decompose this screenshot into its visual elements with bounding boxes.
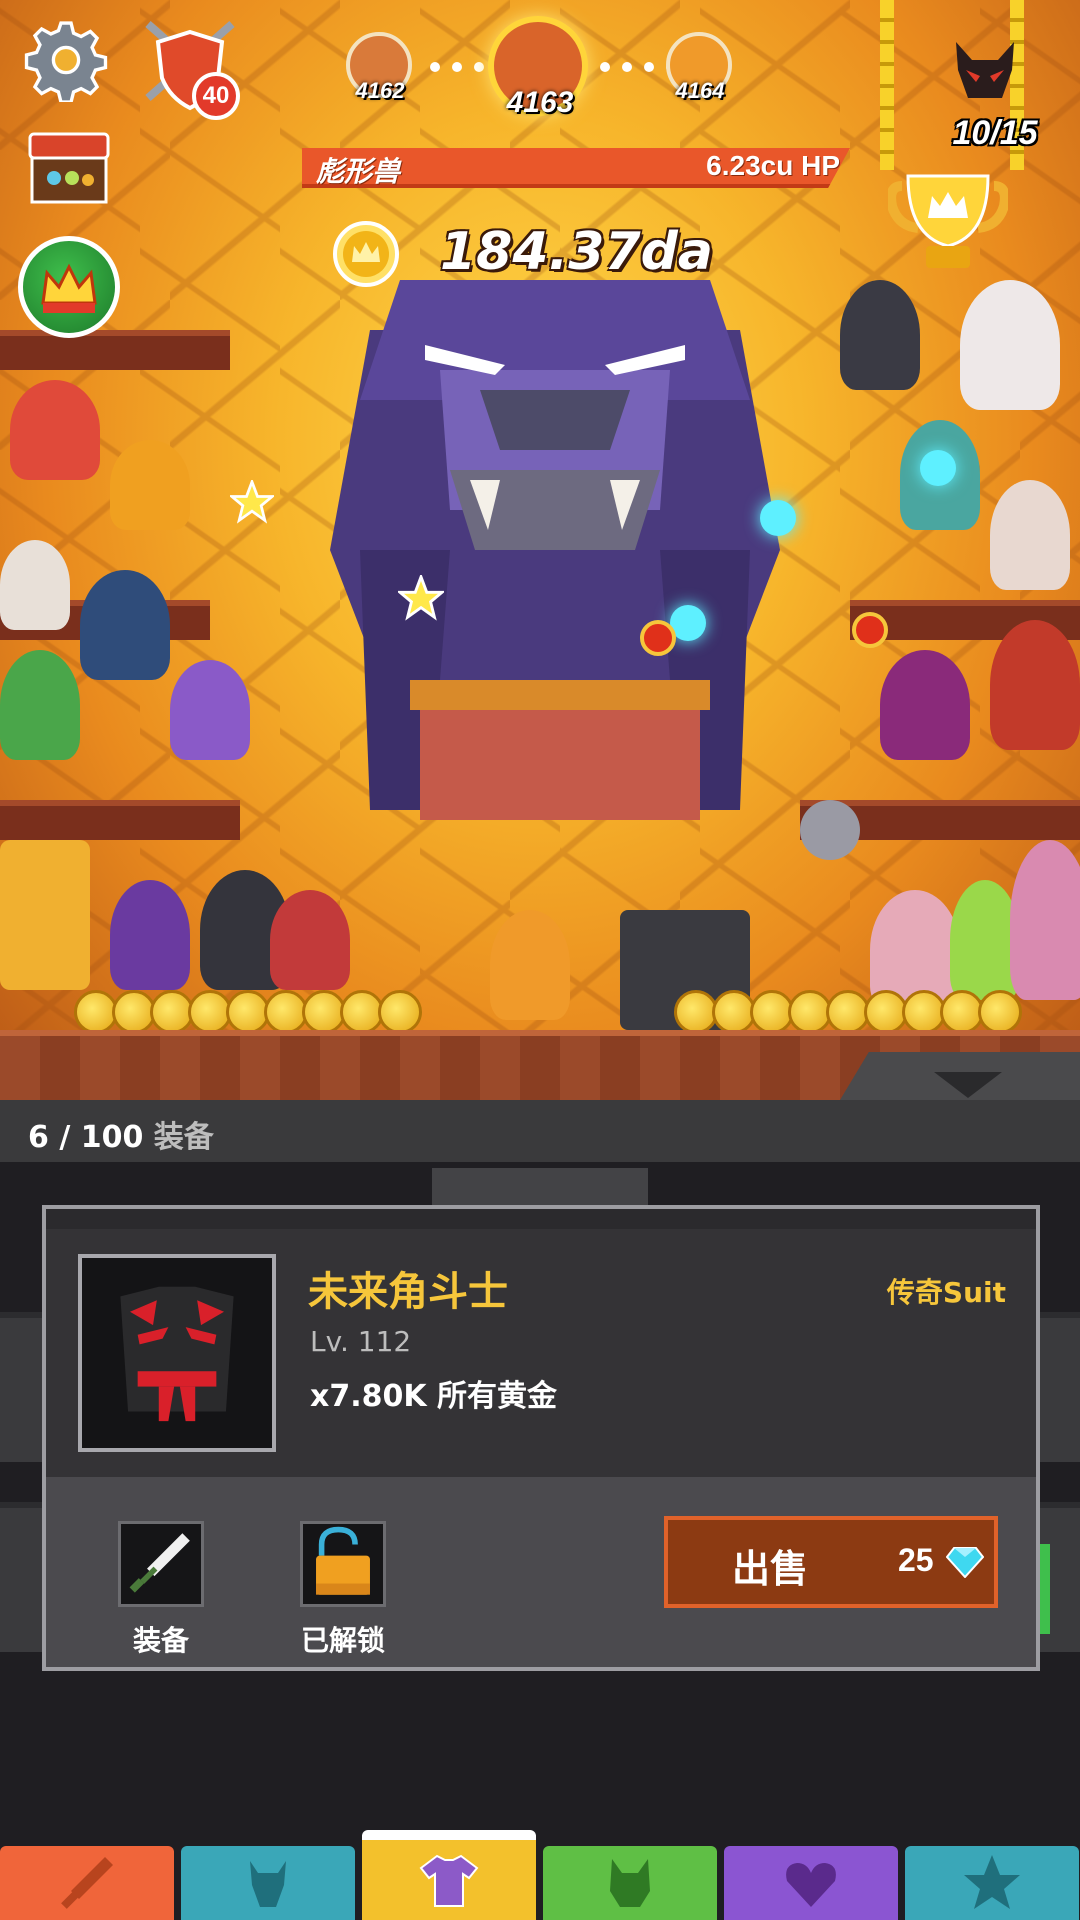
projectile — [800, 800, 860, 860]
star-icon — [964, 1855, 1020, 1909]
star-effect — [398, 575, 444, 621]
item-rarity: 传奇Suit — [886, 1276, 1006, 1309]
hero-character — [840, 280, 920, 390]
crown-badge-button[interactable] — [18, 236, 120, 338]
item-level: Lv. 112 — [310, 1325, 412, 1358]
sell-button[interactable]: 出售 25 — [664, 1516, 998, 1608]
stage-previous-number: 4162 — [355, 78, 405, 103]
hero-character — [990, 480, 1070, 590]
hero-character — [110, 440, 190, 530]
hero-character — [880, 650, 970, 760]
gear-icon[interactable] — [24, 18, 108, 102]
chain-decoration — [880, 0, 894, 170]
boss-devil-icon — [956, 42, 1014, 98]
boss-gorilla[interactable] — [330, 250, 780, 870]
magic-orb — [760, 500, 796, 536]
diamond-icon — [946, 1547, 984, 1578]
unlocked-lock-icon — [316, 1526, 370, 1595]
lock-label: 已解锁 — [300, 1624, 385, 1657]
hero-character — [0, 540, 70, 630]
boss-kill-counter: 10/15 — [952, 114, 1038, 152]
hero-character — [10, 380, 100, 480]
equipment-count: 6 / 100 装备 — [28, 1112, 214, 1156]
gold-amount: 184.37da — [440, 222, 713, 282]
shop-chest-icon[interactable] — [26, 130, 112, 210]
nav-tab-sword[interactable] — [0, 1846, 174, 1920]
hero-character — [960, 280, 1060, 410]
hero-character — [270, 890, 350, 990]
equip-button[interactable] — [118, 1521, 204, 1607]
equip-label: 装备 — [132, 1624, 189, 1657]
hero-character — [990, 620, 1080, 750]
sword-icon — [61, 1857, 113, 1909]
item-name: 未来角斗士 — [308, 1269, 508, 1315]
armor-icon — [120, 1286, 234, 1422]
star-effect — [230, 480, 274, 524]
fireball — [640, 620, 676, 656]
bottom-nav — [0, 1830, 1080, 1920]
game-screen: 40 4162 4163 4164 彪形兽 6.23cu HP 184.37da — [0, 0, 1080, 1920]
nav-tab-hero[interactable] — [181, 1846, 355, 1920]
nav-tab-equipment[interactable] — [362, 1830, 536, 1920]
sell-label: 出售 — [732, 1547, 809, 1591]
hero-character — [80, 570, 170, 680]
hero-character — [0, 650, 80, 760]
gold-coin-icon — [333, 221, 399, 287]
shirt-icon — [419, 1854, 479, 1907]
nav-tab-pet[interactable] — [543, 1846, 717, 1920]
item-effect: x7.80K 所有黄金 — [310, 1379, 558, 1414]
item-image-frame — [78, 1254, 276, 1452]
main-hero-character — [490, 910, 570, 1020]
crown-icon — [41, 263, 97, 313]
hero-character — [0, 840, 90, 990]
hero-character — [110, 880, 190, 990]
sword-icon — [129, 1533, 190, 1593]
stage-connector — [600, 62, 676, 72]
heart-shield-icon — [786, 1863, 836, 1907]
pet-icon — [610, 1859, 650, 1907]
nav-tab-star[interactable] — [905, 1846, 1079, 1920]
boss-hp-value: 6.23cu HP — [706, 150, 840, 181]
hero-icon — [250, 1861, 286, 1907]
sell-price: 25 — [898, 1542, 934, 1578]
boss-trophy-icon[interactable] — [888, 166, 1008, 276]
cliff-ledge — [0, 800, 240, 840]
boss-name: 彪形兽 — [316, 155, 401, 188]
lock-toggle-button[interactable] — [300, 1521, 386, 1607]
stage-next-number: 4164 — [675, 78, 725, 103]
equipment-count-value: 6 / 100 — [28, 1120, 144, 1155]
hero-level-badge: 40 — [192, 72, 240, 120]
item-detail-popup: 未来角斗士 传奇Suit Lv. 112 x7.80K 所有黄金 装备 已解锁 … — [42, 1205, 1040, 1671]
hero-character — [1010, 840, 1080, 1000]
equipment-count-label: 装备 — [153, 1120, 214, 1155]
equipment-list-tab[interactable] — [432, 1168, 648, 1208]
fireball — [852, 612, 888, 648]
nav-tab-guild[interactable] — [724, 1846, 898, 1920]
magic-orb — [920, 450, 956, 486]
gold-coin-pile[interactable] — [674, 990, 1022, 1034]
cliff-ledge — [0, 330, 230, 370]
hero-character — [170, 660, 250, 760]
stage-current-number: 4163 — [506, 86, 574, 119]
gold-coin-pile[interactable] — [74, 990, 422, 1034]
chevron-down-icon[interactable] — [934, 1072, 1002, 1098]
